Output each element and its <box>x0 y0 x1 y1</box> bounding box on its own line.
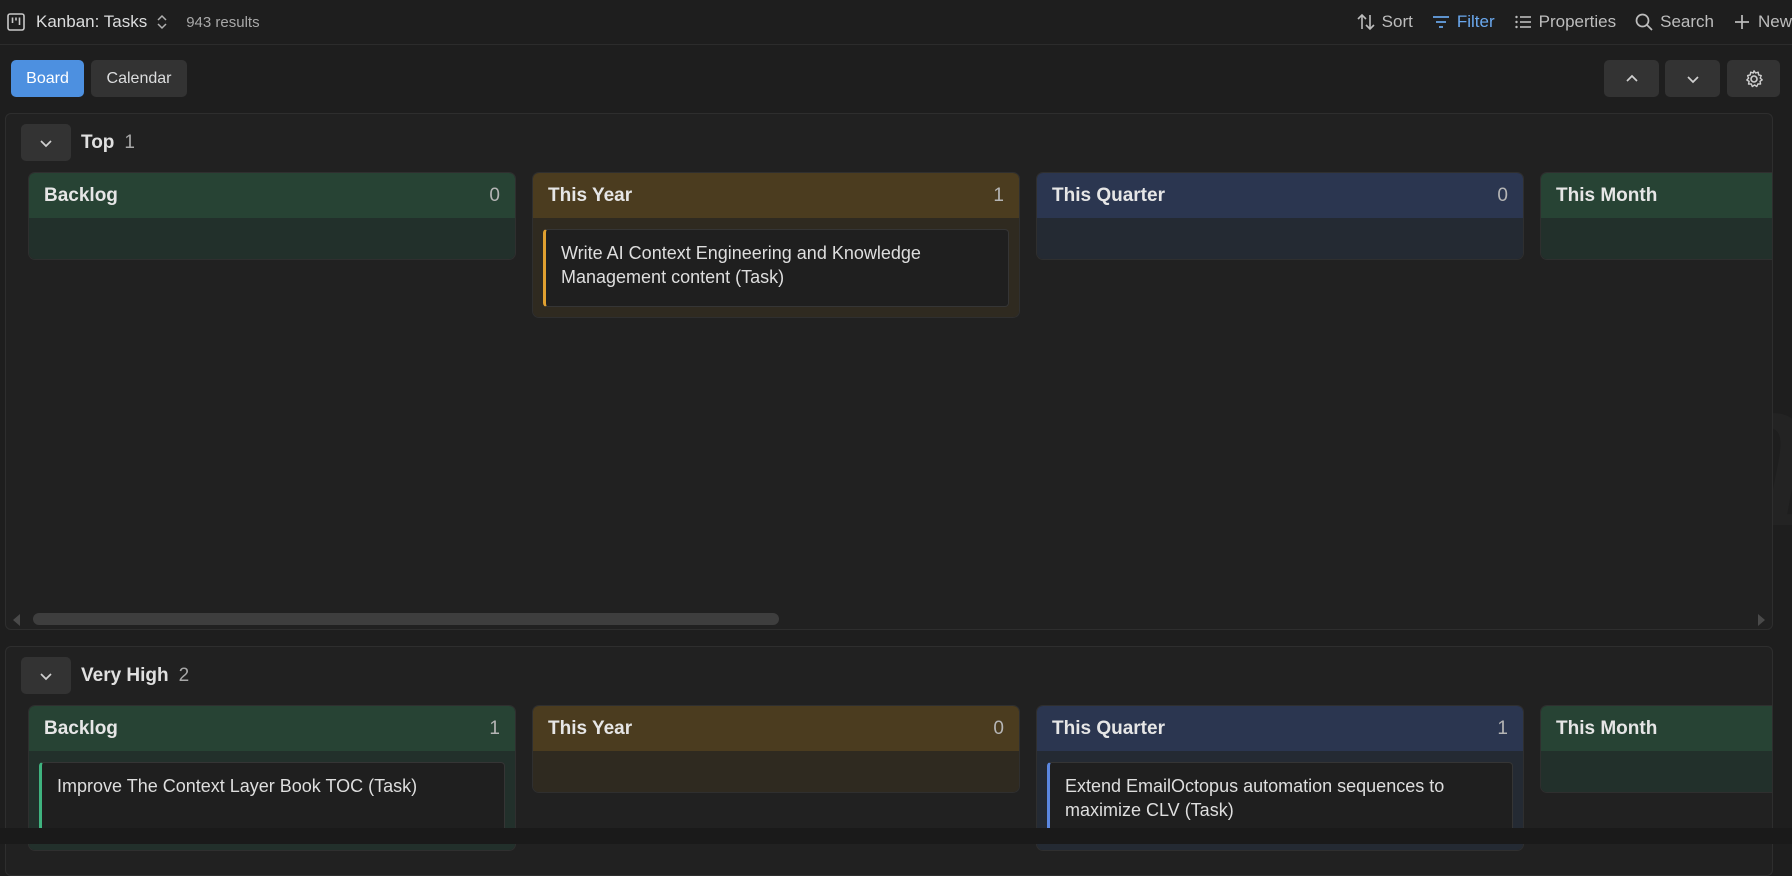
group-collapse-button[interactable] <box>21 657 71 694</box>
column-body[interactable] <box>1037 218 1523 259</box>
column-title: This Quarter <box>1052 717 1165 739</box>
sort-arrows-icon <box>1357 13 1375 31</box>
column-header[interactable]: This Month <box>1541 706 1772 751</box>
column-this-year: This Year 0 <box>532 705 1020 793</box>
column-body[interactable] <box>533 751 1019 792</box>
sort-label: Sort <box>1381 12 1413 31</box>
group-title-label: Top <box>81 132 115 153</box>
group-count: 1 <box>124 132 135 153</box>
properties-label: Properties <box>1538 12 1617 31</box>
list-icon <box>1514 15 1531 29</box>
settings-button[interactable] <box>1727 60 1780 97</box>
new-label: New <box>1757 12 1792 31</box>
sort-button[interactable]: Sort <box>1347 0 1422 44</box>
column-header[interactable]: This Month <box>1541 173 1772 218</box>
group-title: Very High 2 <box>81 665 189 687</box>
plus-icon <box>1734 15 1749 29</box>
column-header[interactable]: This Quarter 0 <box>1037 173 1523 218</box>
search-label: Search <box>1660 12 1714 31</box>
group-count: 2 <box>178 665 190 686</box>
column-title: Backlog <box>44 184 118 206</box>
chevron-down-icon <box>40 139 52 147</box>
column-header[interactable]: Backlog 1 <box>29 706 515 751</box>
column-count: 0 <box>489 184 500 206</box>
collapse-up-button[interactable] <box>1604 60 1659 97</box>
column-header[interactable]: Backlog 0 <box>29 173 515 218</box>
filter-label: Filter <box>1456 12 1495 31</box>
column-title: Backlog <box>44 717 118 739</box>
column-body[interactable] <box>1541 751 1772 792</box>
column-count: 0 <box>1497 184 1508 206</box>
column-header[interactable]: This Quarter 1 <box>1037 706 1523 751</box>
chevron-down-icon <box>1686 75 1699 83</box>
column-this-month: This Month <box>1540 172 1772 260</box>
new-button[interactable]: New <box>1723 0 1792 44</box>
search-button[interactable]: Search <box>1625 0 1723 44</box>
task-card[interactable]: Write AI Context Engineering and Knowled… <box>543 229 1009 307</box>
column-header[interactable]: This Year 1 <box>533 173 1019 218</box>
chevron-up-down-icon[interactable] <box>155 14 169 30</box>
tab-calendar[interactable]: Calendar <box>91 60 187 97</box>
gear-icon <box>1745 69 1763 87</box>
properties-button[interactable]: Properties <box>1504 0 1625 44</box>
column-count: 1 <box>489 717 500 739</box>
scroll-right-icon[interactable] <box>1758 614 1765 626</box>
column-title: This Quarter <box>1052 184 1165 206</box>
column-count: 0 <box>993 717 1004 739</box>
view-selector[interactable]: Kanban: Tasks 943 results <box>0 0 260 44</box>
column-title: This Month <box>1556 184 1658 206</box>
chevron-up-icon <box>1625 74 1638 82</box>
chevron-down-icon <box>40 672 52 680</box>
scroll-left-icon[interactable] <box>13 614 20 626</box>
horizontal-scrollbar[interactable] <box>6 609 1772 629</box>
search-icon <box>1635 13 1653 31</box>
column-title: This Year <box>548 184 633 206</box>
group-title: Top 1 <box>81 132 135 154</box>
results-count: 943 results <box>186 13 260 31</box>
column-body[interactable] <box>29 218 515 259</box>
bottom-edge <box>0 828 1792 844</box>
column-this-month: This Month <box>1540 705 1772 793</box>
group-title-label: Very High <box>81 665 169 686</box>
group-top: Top 1 Backlog 0 This Year 1 Write AI Cont… <box>5 113 1773 630</box>
column-header[interactable]: This Year 0 <box>533 706 1019 751</box>
column-this-quarter: This Quarter 0 <box>1036 172 1524 260</box>
column-backlog: Backlog 0 <box>28 172 516 260</box>
group-collapse-button[interactable] <box>21 124 71 161</box>
tab-board[interactable]: Board <box>11 60 84 97</box>
view-tabs-bar: Board Calendar <box>0 45 1792 113</box>
kanban-base-icon <box>6 12 26 32</box>
filter-button[interactable]: Filter <box>1422 0 1504 44</box>
scrollbar-thumb[interactable] <box>33 613 779 625</box>
column-count: 1 <box>1497 717 1508 739</box>
column-body[interactable]: Write AI Context Engineering and Knowled… <box>533 218 1019 317</box>
column-this-year: This Year 1 Write AI Context Engineering… <box>532 172 1020 318</box>
column-title: This Year <box>548 717 633 739</box>
filter-icon <box>1432 16 1449 28</box>
top-toolbar: Kanban: Tasks 943 results Sort Filter Pr… <box>0 0 1792 45</box>
column-title: This Month <box>1556 717 1658 739</box>
collapse-down-button[interactable] <box>1665 60 1720 97</box>
column-count: 1 <box>993 184 1004 206</box>
view-title[interactable]: Kanban: Tasks <box>36 12 147 32</box>
column-body[interactable] <box>1541 218 1772 259</box>
